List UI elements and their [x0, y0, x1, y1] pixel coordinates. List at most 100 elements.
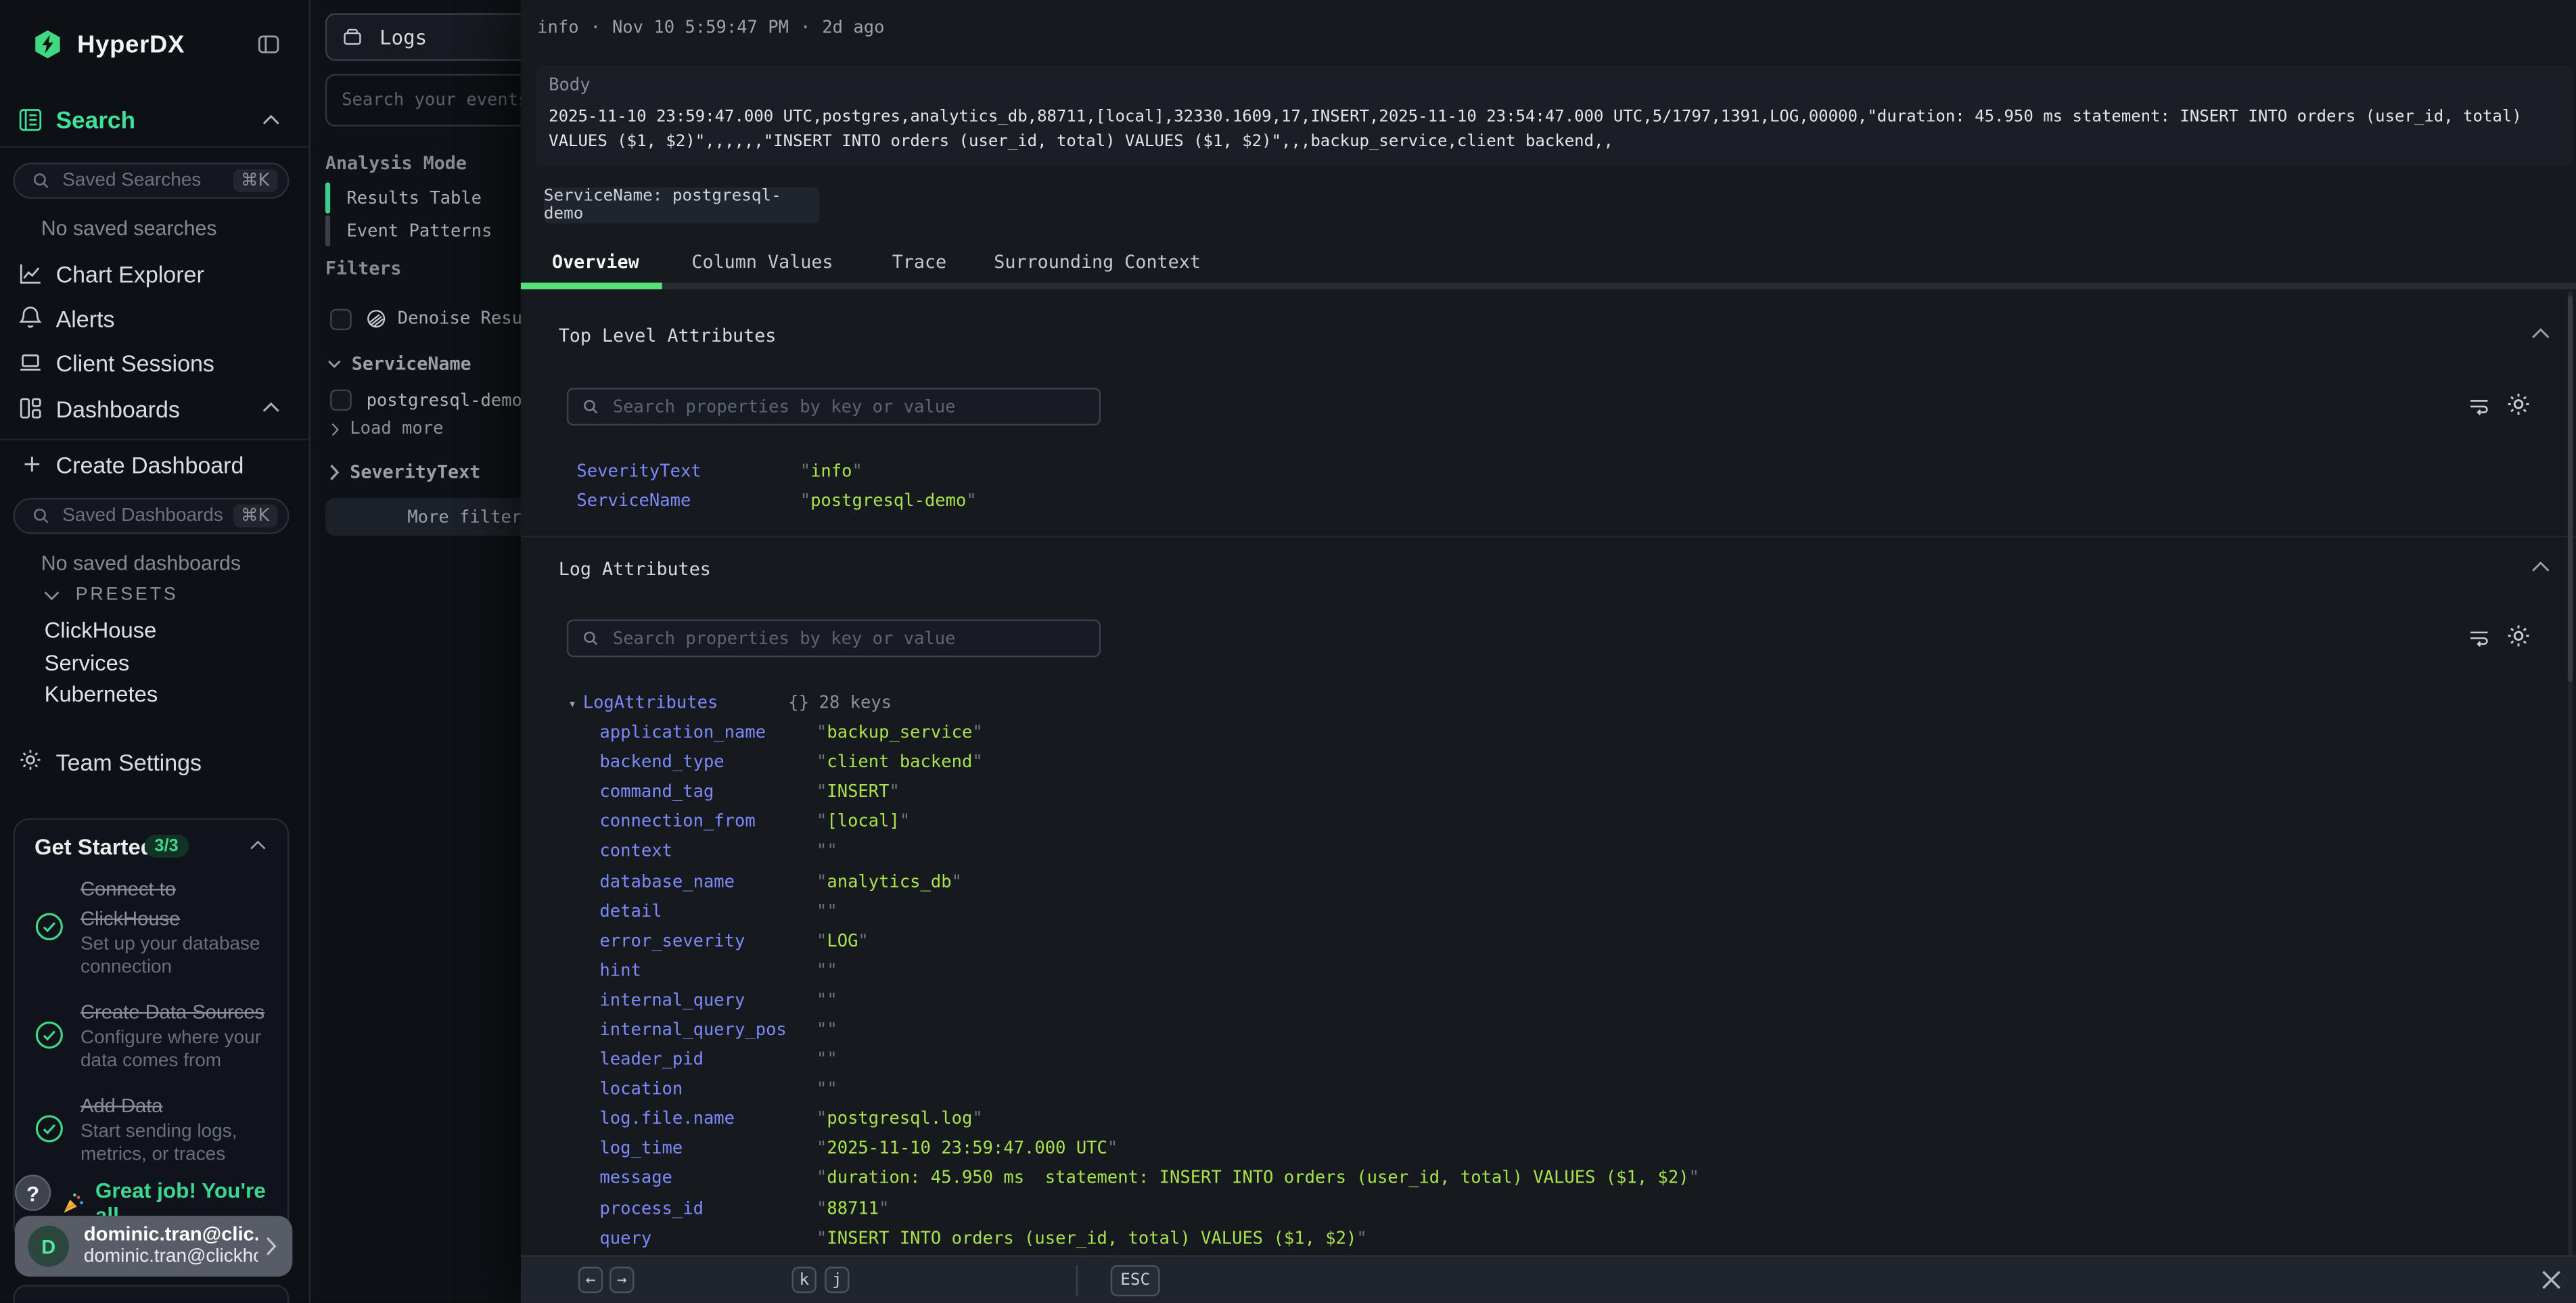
chevron-up-icon[interactable]	[248, 840, 268, 851]
sidebar-item-dashboards[interactable]: Dashboards	[0, 394, 309, 424]
attribute-row[interactable]: detail ""	[599, 896, 1699, 926]
help-button[interactable]: ?	[15, 1174, 51, 1210]
attribute-row[interactable]: ServiceName "postgresql-demo"	[576, 486, 976, 516]
postgresql-demo-checkbox[interactable]	[330, 390, 352, 411]
user-menu[interactable]: D dominic.tran@clic... dominic.tran@clic…	[15, 1216, 292, 1277]
relative-time: 2d ago	[822, 18, 884, 38]
filter-panel: Logs Search your events... Analysis Mode…	[309, 0, 521, 1303]
sidebar: HyperDX Search	[0, 0, 309, 1303]
close-icon[interactable]	[2540, 1268, 2563, 1291]
tab-overview[interactable]: Overview	[552, 252, 639, 273]
dot-separator: ·	[800, 18, 810, 38]
attribute-row[interactable]: location ""	[599, 1075, 1699, 1105]
attribute-row[interactable]: SeverityText "info"	[576, 457, 976, 486]
get-started-item-title: Create Data Sources	[80, 1001, 264, 1024]
attribute-row[interactable]: command_tag "INSERT"	[599, 777, 1699, 807]
preset-dashboard-link[interactable]: ClickHouse	[45, 614, 158, 647]
shortcut-badge: ⌘K	[233, 505, 278, 528]
load-more-link[interactable]: Load more	[330, 419, 443, 438]
get-started-item[interactable]: Connect to ClickHouse Set up your databa…	[34, 874, 275, 979]
get-started-item-title: Add Data	[80, 1094, 163, 1117]
attribute-row[interactable]: database_name "analytics_db"	[599, 867, 1699, 896]
get-started-item-subtitle: Configure where your data comes from	[80, 1027, 268, 1073]
shortcut-badge: ⌘K	[233, 169, 278, 192]
attribute-row[interactable]: internal_query_pos ""	[599, 1015, 1699, 1045]
scrollbar[interactable]	[2568, 291, 2573, 1256]
attribute-key: process_id	[599, 1199, 816, 1218]
tab-column-values[interactable]: Column Values	[691, 252, 833, 273]
chevron-up-icon[interactable]	[261, 114, 281, 127]
service-name-tag[interactable]: ServiceName: postgresql-demo	[544, 187, 820, 223]
check-circle-icon	[34, 912, 64, 942]
saved-dashboards-input[interactable]: Saved Dashboards ⌘K	[13, 498, 289, 534]
esc-key: ESC	[1111, 1265, 1160, 1296]
attribute-key: query	[599, 1229, 816, 1248]
presets-section-header[interactable]: PRESETS	[43, 585, 179, 605]
tab-underline-track	[521, 283, 2576, 289]
search-icon	[31, 171, 51, 191]
log-attributes-root-row[interactable]: ▾ LogAttributes {} 28 keys	[568, 690, 892, 716]
app-title: HyperDX	[77, 31, 185, 59]
attribute-value: INSERT	[827, 783, 889, 802]
top-level-search-input[interactable]: Search properties by key or value	[567, 388, 1101, 426]
tab-surrounding-context[interactable]: Surrounding Context	[994, 252, 1201, 273]
body-panel: Body 2025-11-10 23:59:47.000 UTC,postgre…	[536, 66, 2573, 166]
sidebar-item-team-settings[interactable]: Team Settings	[0, 748, 309, 777]
wrap-lines-icon[interactable]	[2468, 626, 2491, 649]
no-saved-dashboards-text: No saved dashboards	[41, 552, 241, 575]
severity-text: info	[537, 18, 578, 38]
event-timestamp: Nov 10 5:59:47 PM	[612, 18, 789, 38]
get-started-item[interactable]: Add Data Start sending logs, metrics, or…	[34, 1091, 275, 1167]
mode-event-patterns[interactable]: Event Patterns	[325, 215, 492, 246]
settings-gear-icon[interactable]	[2506, 622, 2532, 649]
denoise-ball-icon	[365, 307, 388, 330]
attribute-row[interactable]: backend_type "client backend"	[599, 748, 1699, 777]
scrollbar-thumb[interactable]	[2568, 296, 2573, 682]
chevron-up-icon[interactable]	[261, 401, 281, 414]
tab-trace[interactable]: Trace	[892, 252, 946, 273]
log-attributes-search-input[interactable]: Search properties by key or value	[567, 620, 1101, 658]
search-journal-icon	[18, 107, 43, 133]
settings-gear-icon[interactable]	[2506, 391, 2532, 417]
attribute-row[interactable]: process_id "88711"	[599, 1193, 1699, 1223]
attribute-row[interactable]: log.file.name "postgresql.log"	[599, 1105, 1699, 1135]
attribute-row[interactable]: log_time "2025-11-10 23:59:47.000 UTC"	[599, 1134, 1699, 1164]
user-name: dominic.tran@clic...	[84, 1225, 258, 1247]
collapse-sidebar-icon[interactable]	[256, 33, 281, 56]
severity-text-group-header[interactable]: SeverityText	[329, 461, 481, 483]
attribute-key: internal_query	[599, 990, 816, 1010]
sidebar-item-alerts[interactable]: Alerts	[0, 304, 309, 334]
attribute-row[interactable]: internal_query ""	[599, 986, 1699, 1015]
sidebar-item-chart-explorer[interactable]: Chart Explorer	[0, 260, 309, 290]
denoise-checkbox[interactable]	[330, 308, 352, 329]
attribute-row[interactable]: hint ""	[599, 956, 1699, 986]
collapse-section-chevron-up-icon[interactable]	[2530, 560, 2552, 573]
get-started-items: Connect to ClickHouse Set up your databa…	[34, 874, 275, 1185]
get-started-item[interactable]: Create Data Sources Configure where your…	[34, 997, 275, 1073]
sidebar-item-client-sessions[interactable]: Client Sessions	[0, 348, 309, 378]
attribute-row[interactable]: leader_pid ""	[599, 1045, 1699, 1075]
attribute-row[interactable]: application_name "backup_service"	[599, 718, 1699, 748]
attribute-row[interactable]: query "INSERT INTO orders (user_id, tota…	[599, 1223, 1699, 1253]
sidebar-item-label: Dashboards	[56, 396, 180, 422]
search-icon	[31, 506, 51, 526]
attribute-value: client backend	[827, 753, 972, 773]
attribute-row[interactable]: error_severity "LOG"	[599, 926, 1699, 956]
preset-dashboard-link[interactable]: Services	[45, 647, 158, 679]
gear-icon	[18, 748, 43, 772]
dashboards-grid-icon	[18, 396, 43, 420]
mode-results-table[interactable]: Results Table	[325, 183, 482, 214]
attribute-value: LOG	[827, 931, 858, 951]
service-name-group-header[interactable]: ServiceName	[327, 353, 471, 375]
attribute-row[interactable]: connection_from "[local]"	[599, 807, 1699, 837]
preset-dashboard-link[interactable]: Kubernetes	[45, 679, 158, 712]
collapse-section-chevron-up-icon[interactable]	[2530, 327, 2552, 340]
attribute-value: backup_service	[827, 723, 972, 743]
attribute-row[interactable]: message "duration: 45.950 ms statement: …	[599, 1164, 1699, 1193]
sidebar-item-search[interactable]: Search	[0, 105, 309, 138]
saved-searches-input[interactable]: Saved Searches ⌘K	[13, 162, 289, 198]
wrap-lines-icon[interactable]	[2468, 394, 2491, 417]
create-dashboard-button[interactable]: Create Dashboard	[0, 450, 309, 480]
presets-label: PRESETS	[76, 585, 179, 605]
attribute-row[interactable]: context ""	[599, 837, 1699, 867]
